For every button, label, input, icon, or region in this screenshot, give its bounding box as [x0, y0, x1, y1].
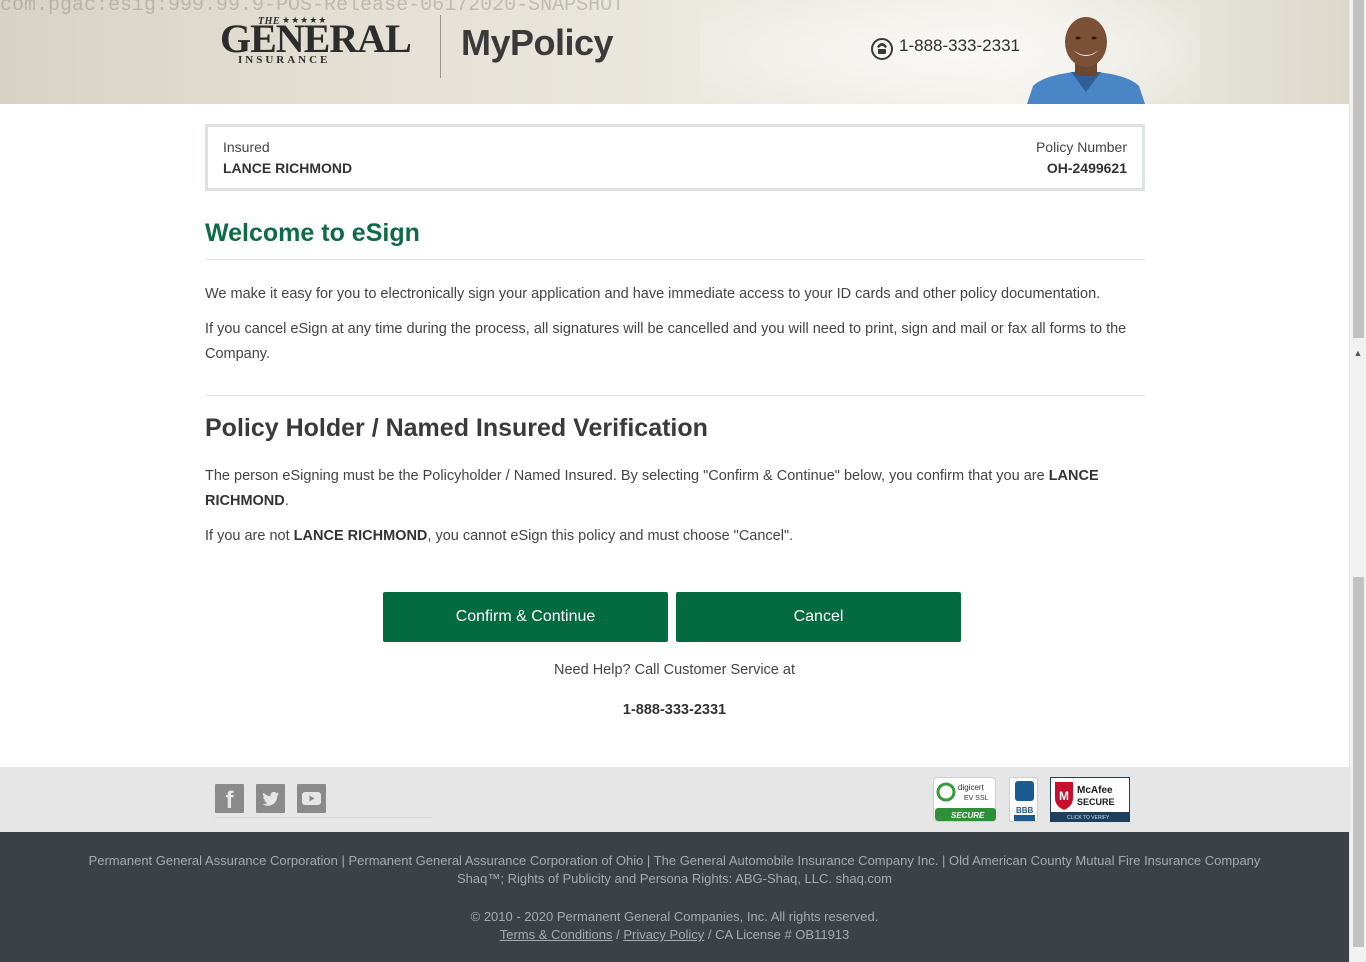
social-divider: [215, 817, 433, 818]
mcafee-secure-text: SECURE: [1077, 797, 1115, 807]
verification-text: The person eSigning must be the Policyho…: [205, 468, 1049, 484]
scroll-up-arrow-icon[interactable]: ▲: [1350, 346, 1366, 360]
verification-text-end: , you cannot eSign this policy and must …: [427, 528, 794, 544]
verification-paragraph-1: The person eSigning must be the Policyho…: [205, 464, 1145, 514]
site-footer: Permanent General Assurance Corporation …: [0, 832, 1349, 962]
cancel-button[interactable]: Cancel: [676, 592, 961, 642]
twitter-icon[interactable]: [256, 784, 285, 813]
verification-text-end: .: [284, 493, 289, 509]
welcome-paragraph-2: If you cancel eSign at any time during t…: [205, 321, 1127, 362]
spokesperson-image: [1027, 17, 1145, 104]
privacy-link[interactable]: Privacy Policy: [623, 927, 704, 942]
policy-number: OH-2499621: [1046, 160, 1127, 176]
header-phone-number[interactable]: 1-888-333-2331: [899, 36, 1020, 56]
footer-social-bar: f digicert EV SSL SECURE BBB M McAfee SE…: [0, 767, 1349, 832]
insured-label: Insured: [223, 139, 270, 155]
welcome-paragraph-1: We make it easy for you to electronicall…: [205, 286, 1101, 302]
scrollbar-thumb[interactable]: [1353, 577, 1364, 947]
section-divider: [205, 395, 1145, 396]
bbb-text: BBB: [1016, 806, 1034, 815]
footer-copyright: © 2010 - 2020 Permanent General Companie…: [470, 909, 879, 924]
help-phone-number[interactable]: 1-888-333-2331: [0, 702, 1349, 718]
logo-insurance-text: INSURANCE: [238, 54, 331, 66]
verification-text: If you are not: [205, 528, 294, 544]
policy-number-label: Policy Number: [1035, 139, 1127, 155]
vertical-scrollbar[interactable]: ▲: [1349, 0, 1366, 962]
logo-general-text: GENERAL: [220, 16, 412, 61]
app-title: MyPolicy: [461, 22, 614, 63]
ca-license-text: / CA License # OB11913: [707, 927, 850, 942]
digicert-ev-ssl-text: EV SSL: [964, 795, 989, 802]
section-divider: [205, 259, 1145, 260]
welcome-heading: Welcome to eSign: [205, 219, 420, 247]
policy-summary-box: Insured LANCE RICHMOND Policy Number OH-…: [205, 124, 1145, 191]
insured-name-inline: LANCE RICHMOND: [293, 528, 428, 544]
footer-publicity: Shaq™; Rights of Publicity and Persona R…: [456, 871, 892, 886]
insured-name: LANCE RICHMOND: [223, 160, 353, 176]
digicert-ssl-badge[interactable]: digicert EV SSL SECURE: [933, 777, 996, 822]
mcafee-verify-text: CLICK TO VERIFY: [1067, 815, 1110, 821]
digicert-text: digicert: [958, 783, 985, 792]
facebook-icon[interactable]: f: [215, 784, 244, 814]
digicert-secure-text: SECURE: [951, 811, 985, 820]
confirm-continue-button[interactable]: Confirm & Continue: [383, 592, 668, 642]
scrollbar-track-upper: [1353, 0, 1364, 338]
verification-heading: Policy Holder / Named Insured Verificati…: [205, 414, 708, 442]
header-divider: [440, 15, 441, 78]
footer-links: Terms & Conditions / Privacy Policy / CA…: [0, 927, 1349, 942]
bbb-accredited-badge[interactable]: BBB: [1009, 777, 1038, 822]
youtube-icon[interactable]: [297, 784, 326, 813]
phone-icon: [871, 38, 893, 60]
svg-text:M: M: [1059, 789, 1069, 803]
footer-companies: Permanent General Assurance Corporation …: [88, 853, 1261, 868]
site-header: com.pgac:esig:999.99.9-POS-Release-06172…: [0, 0, 1349, 104]
footer-separator: /: [616, 927, 620, 942]
the-general-logo[interactable]: THE ★★★★★ GENERAL INSURANCE: [220, 14, 412, 68]
verification-paragraph-2: If you are not LANCE RICHMOND, you canno…: [205, 524, 1145, 549]
mcafee-secure-badge[interactable]: M McAfee SECURE CLICK TO VERIFY: [1050, 777, 1130, 822]
mcafee-text: McAfee: [1077, 785, 1113, 796]
terms-link[interactable]: Terms & Conditions: [500, 927, 613, 942]
help-text: Need Help? Call Customer Service at: [554, 662, 795, 678]
